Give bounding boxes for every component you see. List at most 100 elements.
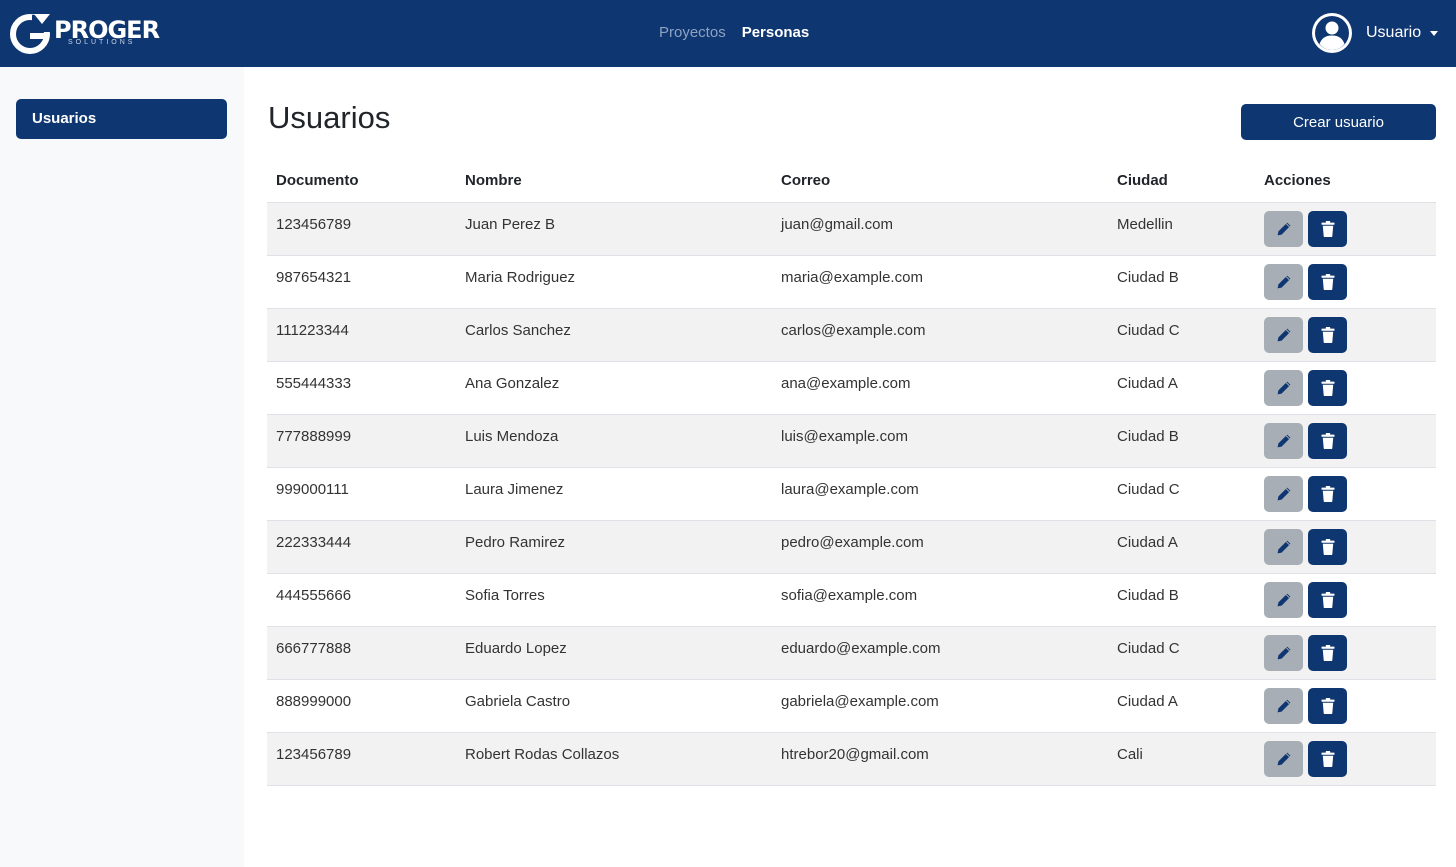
cell-acciones	[1255, 573, 1436, 627]
delete-button[interactable]	[1308, 210, 1347, 247]
column-header-nombre: Nombre	[456, 160, 772, 203]
cell-ciudad: Ciudad B	[1108, 414, 1255, 468]
pencil-icon	[1277, 646, 1290, 659]
pencil-icon	[1277, 381, 1290, 394]
cell-acciones	[1255, 732, 1436, 786]
cell-correo: ana@example.com	[772, 361, 1108, 415]
edit-button[interactable]	[1264, 528, 1303, 565]
cell-documento: 111223344	[267, 308, 456, 362]
cell-correo: laura@example.com	[772, 467, 1108, 521]
cell-correo: eduardo@example.com	[772, 626, 1108, 680]
edit-button[interactable]	[1264, 316, 1303, 353]
cell-documento: 123456789	[267, 732, 456, 786]
cell-nombre: Eduardo Lopez	[456, 626, 772, 680]
pencil-icon	[1277, 328, 1290, 341]
edit-button[interactable]	[1264, 475, 1303, 512]
cell-nombre: Gabriela Castro	[456, 679, 772, 733]
top-navbar: PROGER SOLUTIONS Proyectos Personas Usua…	[0, 0, 1456, 67]
cell-acciones	[1255, 255, 1436, 309]
cell-ciudad: Ciudad C	[1108, 308, 1255, 362]
edit-button[interactable]	[1264, 687, 1303, 724]
edit-button[interactable]	[1264, 369, 1303, 406]
brand-text: PROGER SOLUTIONS	[54, 12, 160, 54]
edit-button[interactable]	[1264, 263, 1303, 300]
trash-icon	[1321, 379, 1334, 396]
delete-button[interactable]	[1308, 422, 1347, 459]
table-row: 222333444 Pedro Ramirez pedro@example.co…	[267, 520, 1436, 574]
cell-nombre: Sofia Torres	[456, 573, 772, 627]
table-row: 123456789 Robert Rodas Collazos htrebor2…	[267, 732, 1436, 786]
cell-ciudad: Ciudad B	[1108, 573, 1255, 627]
cell-correo: carlos@example.com	[772, 308, 1108, 362]
cell-acciones	[1255, 626, 1436, 680]
pencil-icon	[1277, 593, 1290, 606]
cell-correo: gabriela@example.com	[772, 679, 1108, 733]
proger-logo-icon	[10, 14, 52, 54]
brand-logo[interactable]: PROGER SOLUTIONS	[10, 12, 160, 54]
trash-icon	[1321, 750, 1334, 767]
pencil-icon	[1277, 222, 1290, 235]
cell-documento: 555444333	[267, 361, 456, 415]
table-row: 999000111 Laura Jimenez laura@example.co…	[267, 467, 1436, 521]
cell-ciudad: Ciudad C	[1108, 467, 1255, 521]
delete-button[interactable]	[1308, 634, 1347, 671]
cell-correo: juan@gmail.com	[772, 202, 1108, 256]
nav-link-personas[interactable]: Personas	[742, 24, 810, 41]
cell-acciones	[1255, 679, 1436, 733]
delete-button[interactable]	[1308, 475, 1347, 512]
edit-button[interactable]	[1264, 581, 1303, 618]
delete-button[interactable]	[1308, 687, 1347, 724]
cell-nombre: Juan Perez B	[456, 202, 772, 256]
cell-acciones	[1255, 520, 1436, 574]
edit-button[interactable]	[1264, 740, 1303, 777]
delete-button[interactable]	[1308, 740, 1347, 777]
cell-acciones	[1255, 202, 1436, 256]
delete-button[interactable]	[1308, 263, 1347, 300]
cell-ciudad: Ciudad C	[1108, 626, 1255, 680]
cell-acciones	[1255, 414, 1436, 468]
cell-correo: sofia@example.com	[772, 573, 1108, 627]
trash-icon	[1321, 697, 1334, 714]
cell-documento: 777888999	[267, 414, 456, 468]
delete-button[interactable]	[1308, 528, 1347, 565]
cell-correo: pedro@example.com	[772, 520, 1108, 574]
column-header-documento: Documento	[267, 160, 456, 203]
user-menu-dropdown[interactable]: Usuario	[1312, 13, 1439, 53]
table-row: 888999000 Gabriela Castro gabriela@examp…	[267, 679, 1436, 733]
cell-nombre: Laura Jimenez	[456, 467, 772, 521]
table-row: 777888999 Luis Mendoza luis@example.com …	[267, 414, 1436, 468]
cell-documento: 987654321	[267, 255, 456, 309]
column-header-correo: Correo	[772, 160, 1108, 203]
trash-icon	[1321, 273, 1334, 290]
create-user-button[interactable]: Crear usuario	[1241, 104, 1436, 140]
cell-acciones	[1255, 308, 1436, 362]
user-circle-icon	[1312, 13, 1352, 53]
column-header-acciones: Acciones	[1255, 160, 1436, 203]
table-row: 444555666 Sofia Torres sofia@example.com…	[267, 573, 1436, 627]
edit-button[interactable]	[1264, 634, 1303, 671]
brand-subtitle: SOLUTIONS	[68, 39, 136, 46]
table-row: 555444333 Ana Gonzalez ana@example.com C…	[267, 361, 1436, 415]
cell-nombre: Maria Rodriguez	[456, 255, 772, 309]
cell-ciudad: Ciudad A	[1108, 520, 1255, 574]
cell-correo: htrebor20@gmail.com	[772, 732, 1108, 786]
cell-ciudad: Ciudad A	[1108, 679, 1255, 733]
pencil-icon	[1277, 699, 1290, 712]
nav-link-proyectos[interactable]: Proyectos	[659, 24, 726, 41]
cell-nombre: Luis Mendoza	[456, 414, 772, 468]
edit-button[interactable]	[1264, 422, 1303, 459]
table-row: 123456789 Juan Perez B juan@gmail.com Me…	[267, 202, 1436, 256]
main-nav: Proyectos Personas	[659, 24, 809, 41]
sidebar-item-usuarios[interactable]: Usuarios	[16, 99, 227, 139]
trash-icon	[1321, 220, 1334, 237]
delete-button[interactable]	[1308, 369, 1347, 406]
edit-button[interactable]	[1264, 210, 1303, 247]
cell-documento: 444555666	[267, 573, 456, 627]
delete-button[interactable]	[1308, 316, 1347, 353]
cell-nombre: Ana Gonzalez	[456, 361, 772, 415]
user-name: Usuario	[1366, 24, 1422, 41]
delete-button[interactable]	[1308, 581, 1347, 618]
table-row: 987654321 Maria Rodriguez maria@example.…	[267, 255, 1436, 309]
cell-correo: luis@example.com	[772, 414, 1108, 468]
pencil-icon	[1277, 752, 1290, 765]
